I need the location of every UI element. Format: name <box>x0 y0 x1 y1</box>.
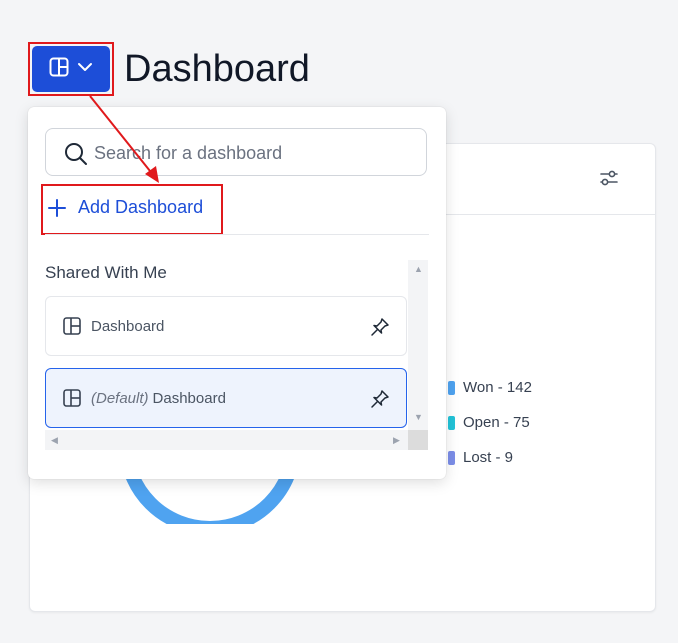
scrollbar-corner <box>408 430 428 450</box>
legend-swatch <box>448 380 455 395</box>
scroll-left-arrow-icon[interactable]: ◀ <box>51 435 58 445</box>
annotation-highlight-menu <box>28 42 114 96</box>
legend-swatch <box>448 415 455 430</box>
list-item-label: (Default) Dashboard <box>91 390 226 407</box>
search-box <box>45 128 427 176</box>
dashboard-dropdown: Add Dashboard Shared With Me Dashboard (… <box>28 107 446 479</box>
legend-item-open: Open - 75 <box>448 405 532 440</box>
scroll-down-arrow-icon[interactable]: ▼ <box>414 412 423 422</box>
pin-icon[interactable] <box>370 317 390 342</box>
dropdown-divider <box>45 234 429 235</box>
legend-label: Won - 142 <box>463 379 532 396</box>
default-prefix: (Default) <box>91 389 149 407</box>
legend-swatch <box>448 450 455 465</box>
dashboard-list-item[interactable]: Dashboard <box>45 296 407 356</box>
legend-item-lost: Lost - 9 <box>448 440 532 475</box>
section-label: Shared With Me <box>45 263 167 282</box>
list-item-label: Dashboard <box>91 317 165 335</box>
pin-icon[interactable] <box>370 389 390 414</box>
filter-settings-icon[interactable] <box>599 169 619 192</box>
list-item-name: Dashboard <box>152 389 226 407</box>
annotation-highlight-add <box>41 184 223 235</box>
dashboard-list-item-default[interactable]: (Default) Dashboard <box>45 368 407 428</box>
legend-label: Lost - 9 <box>463 449 514 466</box>
scroll-up-arrow-icon[interactable]: ▲ <box>414 264 423 274</box>
scroll-right-arrow-icon[interactable]: ▶ <box>393 435 400 445</box>
chart-legend: Won - 142 Open - 75 Lost - 9 <box>448 370 532 475</box>
legend-label: Open - 75 <box>463 414 530 431</box>
vertical-scrollbar[interactable]: ▲ ▼ <box>408 260 428 430</box>
horizontal-scrollbar[interactable]: ◀ ▶ <box>45 430 408 450</box>
page-title: Dashboard <box>124 48 310 90</box>
dashboard-grid-icon <box>63 317 81 335</box>
search-input[interactable] <box>92 139 416 167</box>
dashboard-grid-icon <box>63 389 81 407</box>
legend-item-won: Won - 142 <box>448 370 532 405</box>
